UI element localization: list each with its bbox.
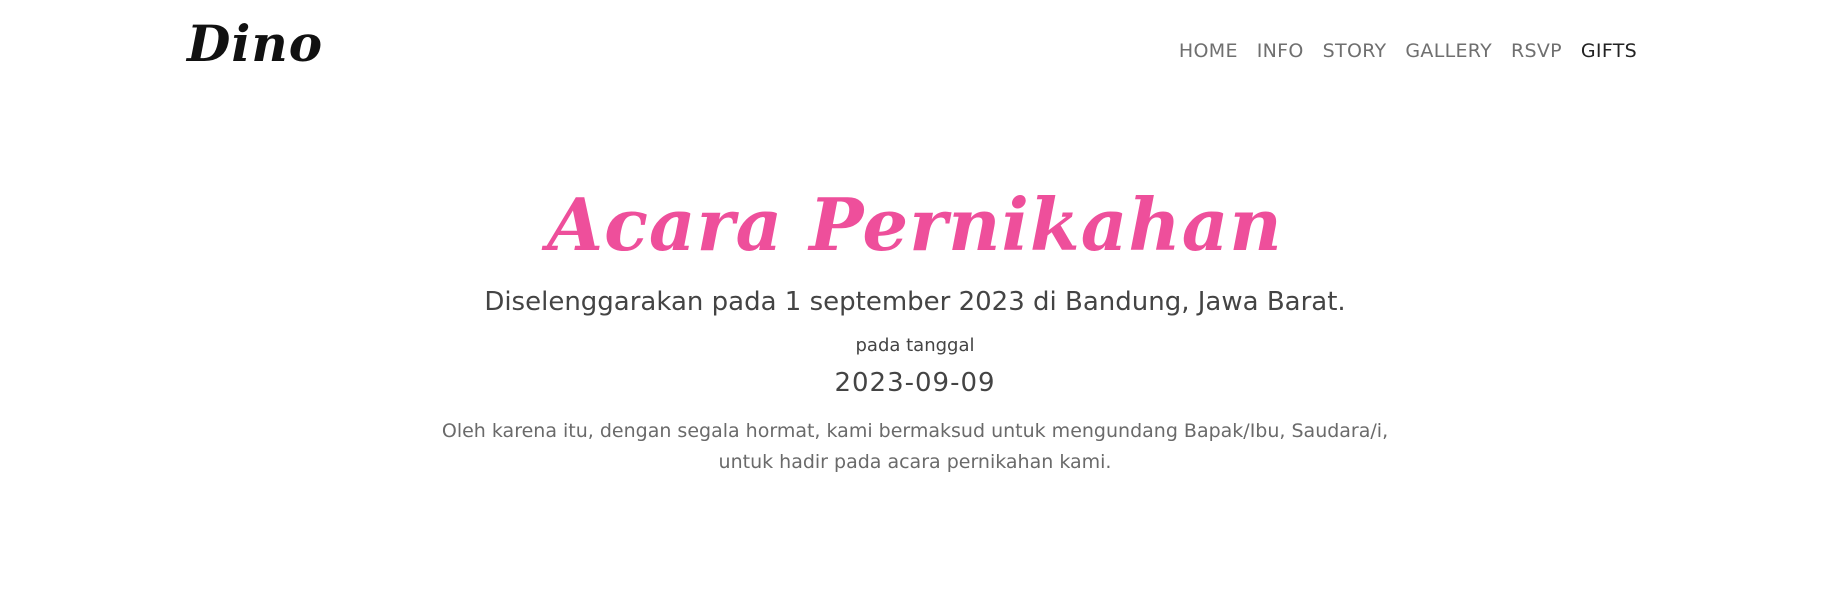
nav-item-rsvp: RSVP <box>1511 40 1562 62</box>
nav-item-home: HOME <box>1179 40 1238 62</box>
nav-link-story[interactable]: STORY <box>1323 40 1387 62</box>
brand-logo[interactable]: Dino <box>187 14 323 74</box>
nav-item-story: STORY <box>1323 40 1387 62</box>
invitation-line-1: Oleh karena itu, dengan segala hormat, k… <box>441 420 1389 442</box>
navbar: Dino HOME INFO STORY GALLERY RSVP GIFTS <box>0 0 1830 110</box>
event-subtitle: Diselenggarakan pada 1 september 2023 di… <box>484 287 1346 317</box>
nav-link-info[interactable]: INFO <box>1257 40 1304 62</box>
nav-link-rsvp[interactable]: RSVP <box>1511 40 1562 62</box>
event-date: 2023-09-09 <box>834 368 996 398</box>
nav-menu: HOME INFO STORY GALLERY RSVP GIFTS <box>1179 40 1637 62</box>
nav-link-gallery[interactable]: GALLERY <box>1405 40 1492 62</box>
wedding-event-section: Acara Pernikahan Diselenggarakan pada 1 … <box>0 170 1830 478</box>
nav-item-info: INFO <box>1257 40 1304 62</box>
date-label: pada tanggal <box>855 335 975 356</box>
nav-link-home[interactable]: HOME <box>1179 40 1238 62</box>
invitation-line-2: untuk hadir pada acara pernikahan kami. <box>718 451 1112 473</box>
nav-item-gifts: GIFTS <box>1581 40 1637 62</box>
nav-link-gifts[interactable]: GIFTS <box>1581 40 1637 62</box>
invitation-text: Oleh karena itu, dengan segala hormat, k… <box>425 416 1405 478</box>
nav-item-gallery: GALLERY <box>1405 40 1492 62</box>
section-title: Acara Pernikahan <box>547 182 1283 267</box>
